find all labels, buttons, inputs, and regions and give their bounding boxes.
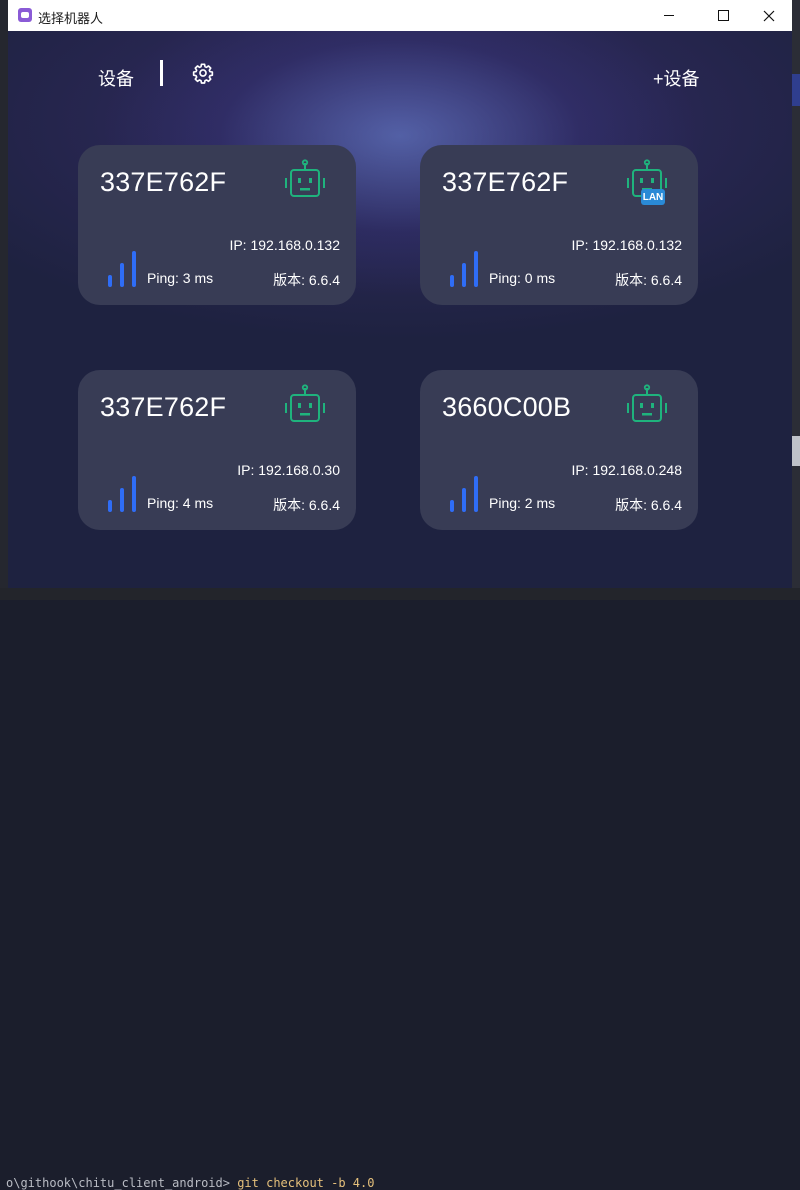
terminal-prompt: o\githook\chitu_client_android> — [6, 1176, 230, 1190]
window-title: 选择机器人 — [38, 11, 104, 26]
add-device-button[interactable]: +设备 — [653, 65, 700, 91]
app-icon — [18, 8, 32, 22]
tab-devices[interactable]: 设备 — [98, 65, 134, 91]
maximize-icon — [717, 10, 729, 21]
device-ping: Ping: 0 ms — [489, 270, 556, 286]
device-version: 版本: 6.6.4 — [273, 272, 340, 288]
device-ping: Ping: 2 ms — [489, 495, 556, 511]
robot-icon — [285, 384, 325, 422]
terminal-command: git checkout -b 4.0 — [237, 1176, 375, 1190]
device-card[interactable]: 337E762F LAN IP: 192.168.0.132 Ping: 0 m… — [420, 145, 698, 305]
device-id: 337E762F — [442, 167, 569, 197]
signal-strength-icon — [108, 476, 136, 512]
device-card[interactable]: 3660C00B IP: 192.168.0.248 Ping: 2 ms 版本… — [420, 370, 698, 530]
device-version: 版本: 6.6.4 — [273, 497, 340, 513]
device-ip: IP: 192.168.0.248 — [571, 462, 682, 478]
app-window: 选择机器人 设备 +设备 337E762F IP: 192.168.0.132 … — [8, 0, 792, 588]
device-ping: Ping: 4 ms — [147, 495, 214, 511]
device-id: 337E762F — [100, 392, 227, 422]
device-ip: IP: 192.168.0.30 — [237, 462, 340, 478]
device-ip: IP: 192.168.0.132 — [571, 237, 682, 253]
device-ip: IP: 192.168.0.132 — [229, 237, 340, 253]
signal-strength-icon — [450, 476, 478, 512]
device-ping: Ping: 3 ms — [147, 270, 214, 286]
close-icon — [763, 10, 775, 21]
robot-icon — [285, 159, 325, 197]
header-divider — [160, 60, 163, 86]
minimize-icon — [664, 15, 674, 16]
title-bar[interactable]: 选择机器人 — [8, 0, 792, 32]
settings-button[interactable] — [192, 62, 214, 84]
signal-strength-icon — [108, 251, 136, 287]
signal-strength-icon — [450, 251, 478, 287]
desktop-background-left — [0, 0, 8, 600]
device-version: 版本: 6.6.4 — [615, 272, 682, 288]
robot-icon — [627, 384, 667, 422]
device-id: 337E762F — [100, 167, 227, 197]
gear-icon — [192, 63, 214, 84]
terminal-background: o\githook\chitu_client_android> git chec… — [0, 588, 800, 1189]
maximize-button[interactable] — [700, 0, 746, 31]
device-card[interactable]: 337E762F IP: 192.168.0.132 Ping: 3 ms 版本… — [78, 145, 356, 305]
device-id: 3660C00B — [442, 392, 572, 422]
lan-badge: LAN — [641, 189, 665, 205]
device-card[interactable]: 337E762F IP: 192.168.0.30 Ping: 4 ms 版本:… — [78, 370, 356, 530]
close-button[interactable] — [746, 0, 792, 31]
device-version: 版本: 6.6.4 — [615, 497, 682, 513]
desktop-background-right — [792, 0, 800, 600]
main-content: 设备 +设备 337E762F IP: 192.168.0.132 Ping: … — [8, 31, 792, 588]
minimize-button[interactable] — [646, 0, 692, 31]
